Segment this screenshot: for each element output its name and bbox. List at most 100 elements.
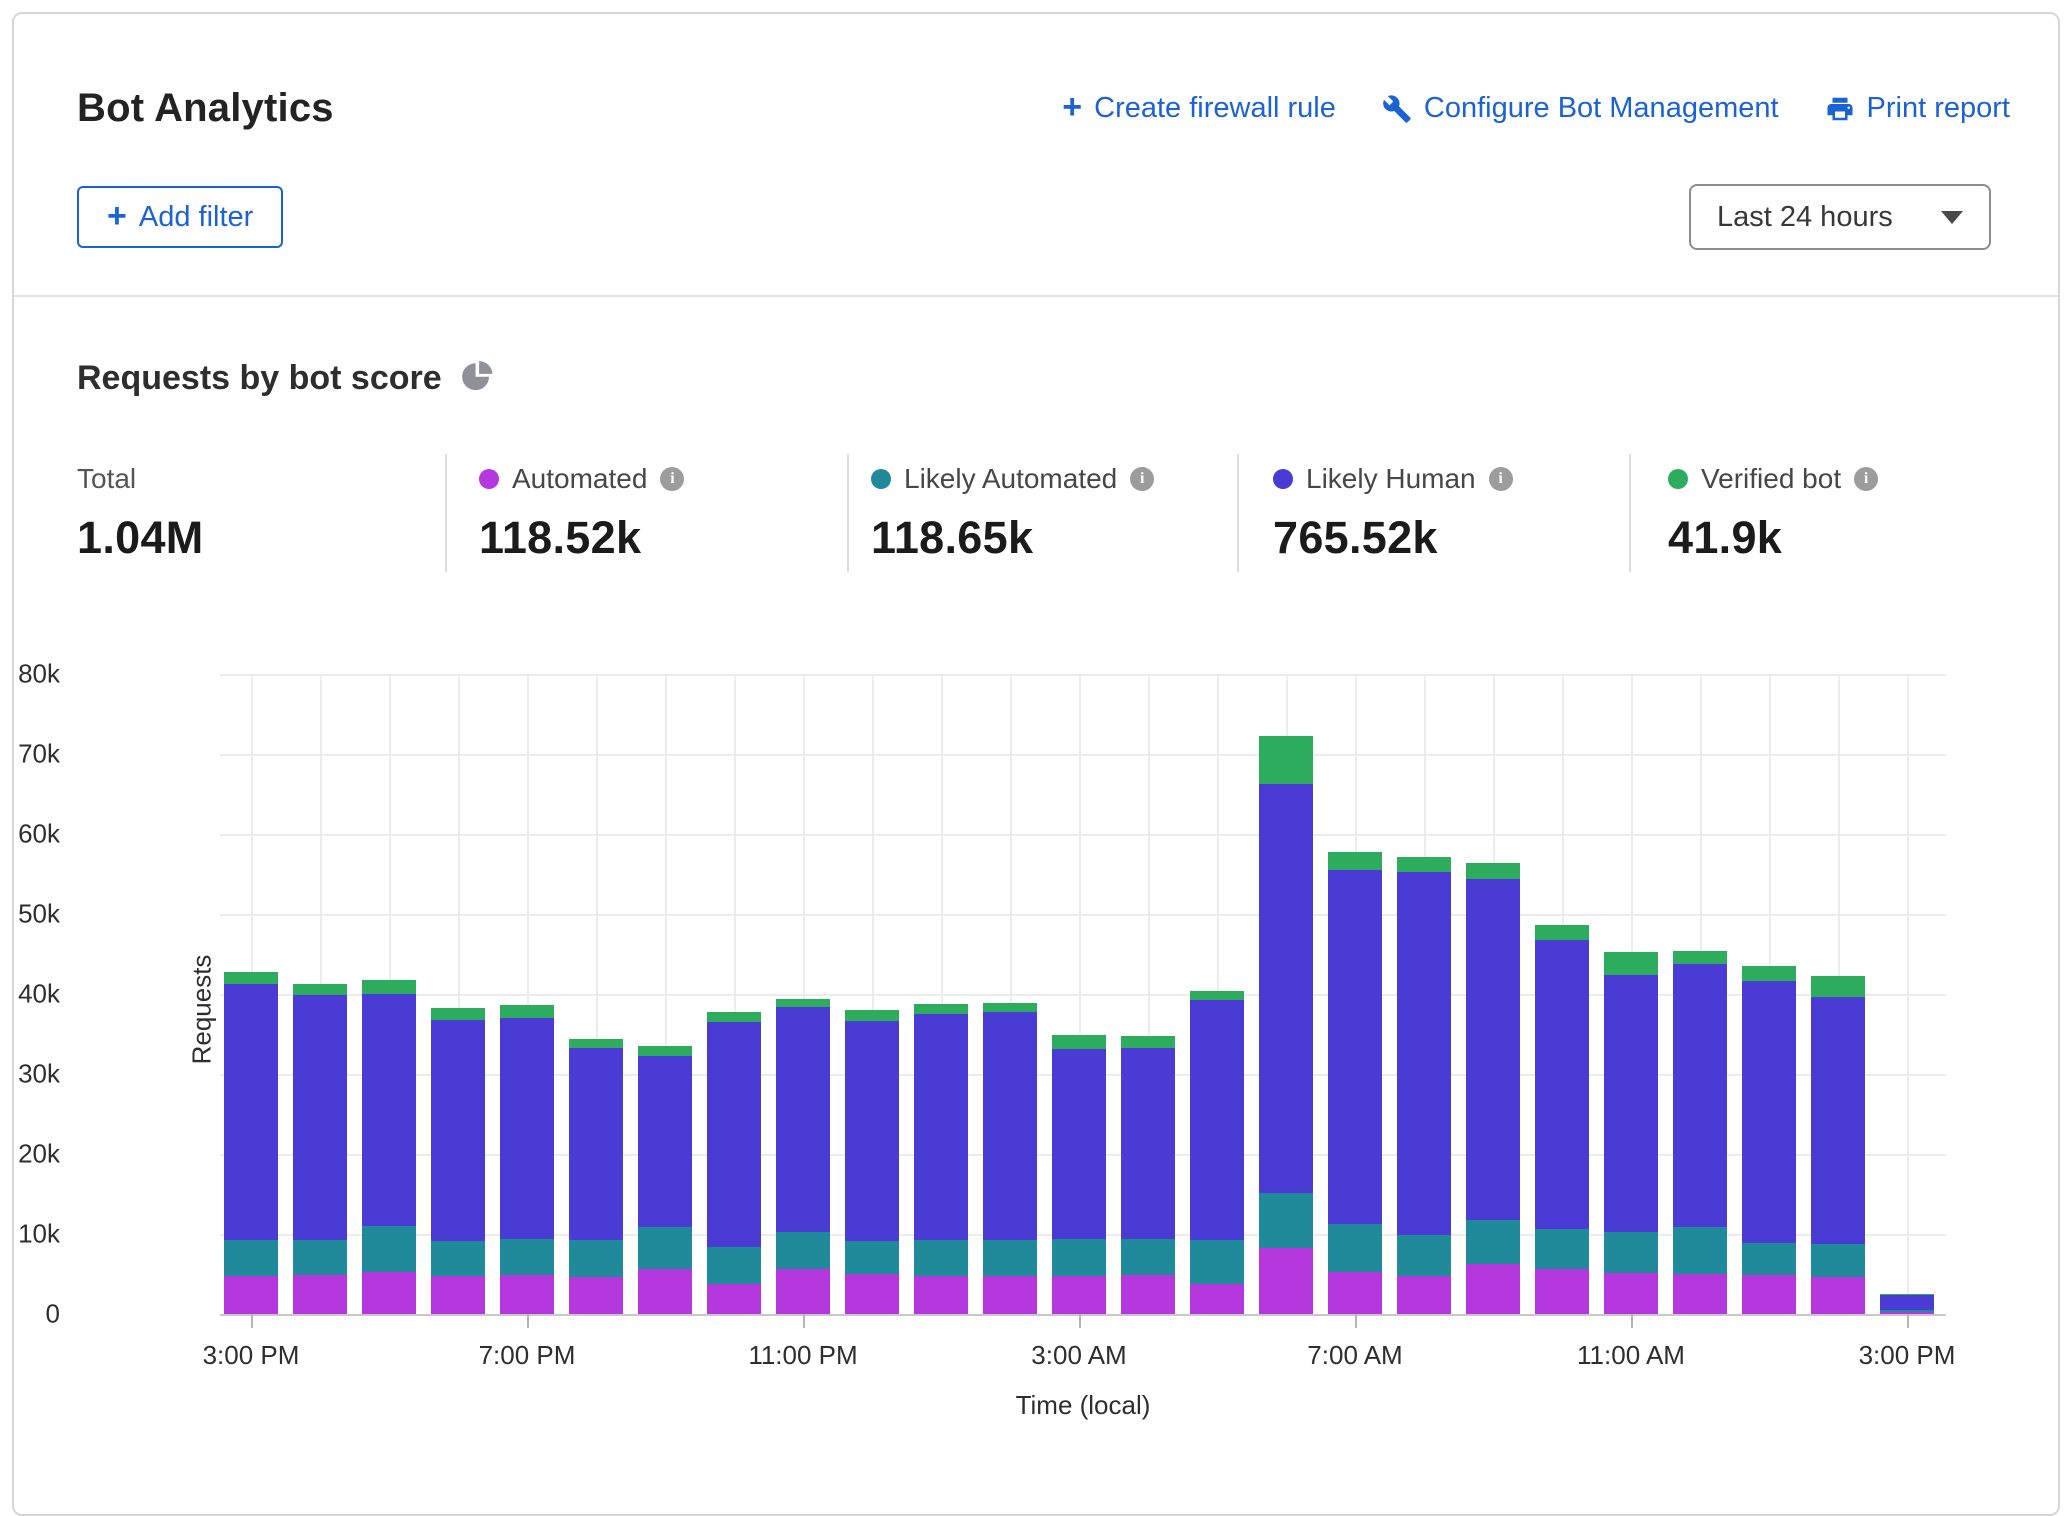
bar-segment-verified-bot[interactable] <box>845 1010 899 1021</box>
info-icon[interactable]: i <box>1489 467 1513 491</box>
bar-segment-verified-bot[interactable] <box>983 1003 1037 1013</box>
bar-segment-likely-human[interactable] <box>431 1020 485 1242</box>
bar-segment-likely-automated[interactable] <box>983 1240 1037 1275</box>
bar-segment-automated[interactable] <box>569 1277 623 1314</box>
bar-segment-likely-automated[interactable] <box>1535 1229 1589 1269</box>
bar-segment-likely-human[interactable] <box>1880 1295 1934 1310</box>
bar-500pm[interactable] <box>362 980 416 1314</box>
bar-segment-automated[interactable] <box>1397 1276 1451 1314</box>
bar-segment-likely-human[interactable] <box>776 1007 830 1233</box>
info-icon[interactable]: i <box>660 467 684 491</box>
bar-700am[interactable] <box>1328 852 1382 1314</box>
bar-900pm[interactable] <box>638 1046 692 1314</box>
configure-bot-management-link[interactable]: Configure Bot Management <box>1382 92 1779 125</box>
bar-segment-automated[interactable] <box>1052 1276 1106 1314</box>
bar-200am[interactable] <box>983 1003 1037 1314</box>
bar-segment-likely-human[interactable] <box>1466 879 1520 1220</box>
bar-segment-verified-bot[interactable] <box>707 1012 761 1022</box>
bar-segment-automated[interactable] <box>983 1276 1037 1314</box>
bar-segment-likely-automated[interactable] <box>1673 1227 1727 1274</box>
bar-segment-likely-automated[interactable] <box>362 1226 416 1272</box>
bar-segment-verified-bot[interactable] <box>1190 991 1244 1001</box>
bar-segment-verified-bot[interactable] <box>362 980 416 994</box>
bar-1100am[interactable] <box>1604 952 1658 1314</box>
bar-segment-verified-bot[interactable] <box>1811 976 1865 997</box>
bar-400pm[interactable] <box>293 984 347 1314</box>
create-firewall-rule-link[interactable]: + Create firewall rule <box>1062 92 1336 125</box>
bar-900am[interactable] <box>1466 863 1520 1314</box>
bar-segment-likely-human[interactable] <box>500 1018 554 1239</box>
bar-segment-automated[interactable] <box>638 1269 692 1314</box>
bar-segment-verified-bot[interactable] <box>569 1039 623 1049</box>
bar-segment-likely-human[interactable] <box>1604 975 1658 1233</box>
bar-segment-likely-human[interactable] <box>293 995 347 1240</box>
bar-segment-likely-human[interactable] <box>1190 1000 1244 1240</box>
bar-segment-automated[interactable] <box>293 1275 347 1314</box>
bar-300pm[interactable] <box>1880 1294 1934 1314</box>
bar-segment-automated[interactable] <box>1604 1273 1658 1314</box>
bar-segment-automated[interactable] <box>224 1276 278 1314</box>
bar-segment-likely-automated[interactable] <box>1190 1240 1244 1283</box>
bar-segment-verified-bot[interactable] <box>1052 1035 1106 1049</box>
bar-400am[interactable] <box>1121 1036 1175 1314</box>
bar-300am[interactable] <box>1052 1035 1106 1314</box>
bar-segment-automated[interactable] <box>1466 1264 1520 1314</box>
bar-segment-likely-automated[interactable] <box>1811 1244 1865 1278</box>
bar-segment-likely-automated[interactable] <box>1121 1239 1175 1275</box>
bar-segment-likely-automated[interactable] <box>1052 1239 1106 1276</box>
bar-segment-verified-bot[interactable] <box>1466 863 1520 879</box>
bar-segment-automated[interactable] <box>1811 1277 1865 1314</box>
bar-segment-automated[interactable] <box>1121 1275 1175 1314</box>
bar-segment-likely-automated[interactable] <box>431 1241 485 1276</box>
bar-segment-likely-human[interactable] <box>1121 1048 1175 1239</box>
bar-segment-likely-human[interactable] <box>1535 940 1589 1230</box>
bar-segment-verified-bot[interactable] <box>224 972 278 984</box>
bar-segment-automated[interactable] <box>707 1284 761 1314</box>
bar-1200pm[interactable] <box>1673 951 1727 1314</box>
bar-segment-likely-human[interactable] <box>638 1056 692 1227</box>
bar-segment-likely-automated[interactable] <box>776 1232 830 1269</box>
bar-segment-verified-bot[interactable] <box>1673 951 1727 964</box>
bar-segment-likely-automated[interactable] <box>1742 1243 1796 1275</box>
bar-segment-automated[interactable] <box>1535 1269 1589 1314</box>
bar-segment-likely-automated[interactable] <box>500 1239 554 1275</box>
info-icon[interactable]: i <box>1854 467 1878 491</box>
bar-segment-automated[interactable] <box>776 1269 830 1314</box>
bar-segment-likely-human[interactable] <box>362 994 416 1226</box>
print-report-link[interactable]: Print report <box>1825 92 2010 125</box>
bar-1000am[interactable] <box>1535 925 1589 1314</box>
bar-segment-verified-bot[interactable] <box>914 1004 968 1014</box>
bar-segment-likely-human[interactable] <box>569 1048 623 1239</box>
bar-segment-likely-automated[interactable] <box>1604 1232 1658 1273</box>
bar-segment-verified-bot[interactable] <box>638 1046 692 1056</box>
bar-segment-likely-automated[interactable] <box>914 1240 968 1276</box>
bar-segment-automated[interactable] <box>500 1275 554 1314</box>
bar-segment-likely-automated[interactable] <box>638 1227 692 1269</box>
bar-segment-verified-bot[interactable] <box>1259 736 1313 785</box>
bar-segment-likely-automated[interactable] <box>1328 1224 1382 1271</box>
bar-segment-verified-bot[interactable] <box>293 984 347 995</box>
bar-segment-verified-bot[interactable] <box>431 1008 485 1020</box>
bar-segment-likely-human[interactable] <box>1052 1049 1106 1239</box>
bar-segment-automated[interactable] <box>362 1272 416 1314</box>
bar-300pm[interactable] <box>224 972 278 1314</box>
bar-segment-verified-bot[interactable] <box>1535 925 1589 939</box>
bar-segment-likely-human[interactable] <box>1673 964 1727 1227</box>
add-filter-button[interactable]: + Add filter <box>77 186 283 248</box>
bar-segment-verified-bot[interactable] <box>776 999 830 1007</box>
bar-segment-automated[interactable] <box>1742 1275 1796 1314</box>
bar-100am[interactable] <box>914 1004 968 1314</box>
bar-segment-likely-automated[interactable] <box>845 1241 899 1274</box>
bar-segment-likely-automated[interactable] <box>1397 1235 1451 1276</box>
bar-200pm[interactable] <box>1811 976 1865 1314</box>
bar-segment-automated[interactable] <box>1190 1284 1244 1314</box>
bar-1100pm[interactable] <box>776 999 830 1314</box>
bar-segment-likely-automated[interactable] <box>569 1240 623 1278</box>
bar-segment-automated[interactable] <box>1328 1272 1382 1314</box>
bar-segment-verified-bot[interactable] <box>1328 852 1382 870</box>
bar-700pm[interactable] <box>500 1005 554 1314</box>
bar-segment-likely-human[interactable] <box>1742 981 1796 1243</box>
bar-segment-likely-human[interactable] <box>914 1014 968 1240</box>
bar-segment-likely-automated[interactable] <box>293 1240 347 1275</box>
bar-1000pm[interactable] <box>707 1012 761 1314</box>
